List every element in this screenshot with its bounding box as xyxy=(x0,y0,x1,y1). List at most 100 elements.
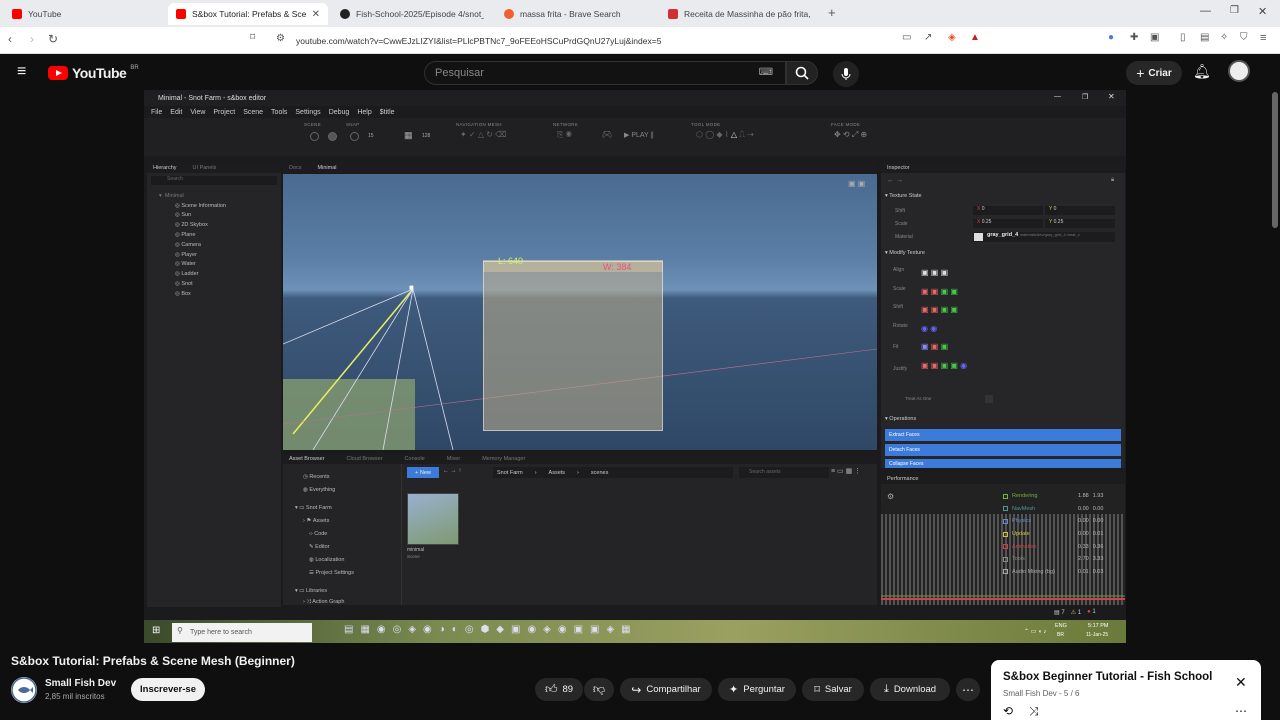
channel-avatar[interactable] xyxy=(11,677,37,703)
extensions-icon[interactable]: ✚ xyxy=(1130,32,1138,43)
asset-view-icons: ≡ ▭ ▦ ⋮ xyxy=(831,468,862,475)
create-button[interactable]: + Criar xyxy=(1126,61,1182,85)
site-info-icon[interactable]: ⚙ xyxy=(276,33,285,44)
close-window-icon[interactable]: ✕ xyxy=(1258,5,1267,18)
menu-icon[interactable]: ≡ xyxy=(1260,32,1266,44)
cube-length-label: L: 640 xyxy=(498,256,524,266)
hierarchy-item-label: Player xyxy=(181,251,197,258)
playlist-title[interactable]: S&box Beginner Tutorial - Fish School xyxy=(1003,671,1212,683)
playlist-channel[interactable]: Small Fish Dev xyxy=(1003,689,1057,698)
reload-icon[interactable]: ↻ xyxy=(48,32,58,46)
close-playlist-icon[interactable]: ✕ xyxy=(1235,674,1247,691)
person-icon xyxy=(328,132,337,141)
browser-tab[interactable]: YouTube xyxy=(4,3,164,25)
brave-shield-icon[interactable]: ◈ xyxy=(948,32,956,43)
address-bar: ‹ › ↻ ⌑ ⚙ youtube.com/watch?v=CwwEJzLIZY… xyxy=(0,27,1280,54)
share-icon[interactable]: ↗ xyxy=(924,32,932,43)
vpn-icon[interactable]: ⛉ xyxy=(1240,32,1248,43)
browser-tab-active[interactable]: S&box Tutorial: Prefabs & Scene ✕ xyxy=(168,3,328,25)
editor-title-bar: Minimal - Snot Farm - s&box editor — ❐ ✕ xyxy=(144,90,1126,106)
voice-search-button[interactable] xyxy=(833,61,859,87)
restore-icon[interactable]: ❐ xyxy=(1230,5,1239,16)
hierarchy-item-label: Camera xyxy=(181,241,201,248)
asset-nav-item: ☰ Project Settings xyxy=(309,569,354,576)
dislike-button[interactable]: 👎︎ xyxy=(584,678,614,701)
perf-row: Audio Mixing (bg) 0.01 0.03 xyxy=(1003,566,1113,579)
browser-tab[interactable]: Receita de Massinha de pão frita, em xyxy=(660,3,820,25)
detach-faces-button: Detach Faces xyxy=(885,444,1121,456)
scale-x-value: 0.25 xyxy=(981,219,992,225)
taskbar-tray-icons: ⌃ ▭ ◖ ♪ xyxy=(1024,629,1047,635)
wallet-icon[interactable]: ▣ xyxy=(1150,32,1159,43)
align-label: Align xyxy=(893,267,905,273)
section-label: Operations xyxy=(889,416,917,422)
windows-taskbar: ⊞ ⚲ Type here to search ▤▦◉◎◈◉◑◐◎⬢◆▣◉◈◉▣… xyxy=(144,620,1126,643)
hierarchy-item: ◎ Plane xyxy=(175,232,196,239)
thumbs-down-icon: 👎︎ xyxy=(592,682,606,696)
perf-swatch xyxy=(1003,518,1008,524)
notifications-bell-icon[interactable]: 🔔︎ xyxy=(1193,63,1211,80)
perf-swatch xyxy=(1003,531,1008,537)
scale-row-label: Scale xyxy=(893,286,906,292)
toolbar-group-scene: SCENE xyxy=(304,122,322,127)
performance-legend: Rendering 1.88 1.93 NavMesh 0.00 0.00 Physic… xyxy=(1003,490,1113,578)
close-tab-icon[interactable]: ✕ xyxy=(312,9,320,20)
browser-tab[interactable]: massa frita - Brave Search xyxy=(496,3,656,25)
search-placeholder: Pesquisar xyxy=(435,67,484,79)
tab-inspector: Inspector xyxy=(887,164,910,171)
perf-label: Audio Mixing (bg) xyxy=(1012,568,1055,575)
playlist-more-icon[interactable]: ⋯ xyxy=(1235,704,1247,718)
tab-memory-manager: Memory Manager xyxy=(482,455,526,462)
share-button[interactable]: ↪ Compartilhar xyxy=(620,678,712,701)
search-button[interactable] xyxy=(786,61,818,85)
channel-name[interactable]: Small Fish Dev xyxy=(45,678,116,689)
perf-swatch xyxy=(1003,544,1008,550)
asset-nav-item: ◍ Everything xyxy=(303,486,336,493)
sidebar-icon[interactable]: ▯ xyxy=(1180,32,1186,43)
hierarchy-item: ◎ Sun xyxy=(175,212,192,219)
url-field[interactable]: ⚙ youtube.com/watch?v=CwwEJzLIZYI&list=P… xyxy=(270,30,990,51)
youtube-logo[interactable]: YouTube BR xyxy=(48,65,139,81)
perf-value: 3.33 xyxy=(1092,556,1104,563)
loop-icon[interactable]: ⟲ xyxy=(1003,704,1013,718)
new-tab-icon[interactable]: + xyxy=(828,5,836,20)
account-avatar[interactable] xyxy=(1228,60,1250,82)
hierarchy-root-label: Minimal xyxy=(164,192,184,199)
subscribe-button[interactable]: Inscrever-se xyxy=(131,678,205,701)
hierarchy-tabs: Hierarchy UI Panels xyxy=(147,162,281,173)
shuffle-icon[interactable]: ⤨ xyxy=(1029,704,1039,719)
guide-menu-icon[interactable]: ≡ xyxy=(17,63,26,81)
operation-label: Detach Faces xyxy=(889,447,920,453)
back-icon[interactable]: ‹ xyxy=(8,32,12,46)
browser-tab[interactable]: Fish-School-2025/Episode 4/snot_fa xyxy=(332,3,492,25)
keyboard-icon[interactable]: ⌨ xyxy=(759,67,773,78)
video-player[interactable]: Minimal - Snot Farm - s&box editor — ❐ ✕… xyxy=(144,90,1126,643)
perf-label: Animation xyxy=(1012,543,1037,550)
material-field: gray_grid_4 materials/dev/gray_grid_4.vm… xyxy=(973,232,1115,242)
page-scrollbar[interactable] xyxy=(1272,92,1278,228)
save-button[interactable]: ⌑ Salvar xyxy=(802,678,864,701)
search-input[interactable]: Pesquisar ⌨ xyxy=(424,61,786,85)
leo-icon[interactable]: ✧ xyxy=(1220,32,1228,43)
like-button[interactable]: 👍︎ 89 xyxy=(535,678,583,701)
brave-rewards-icon[interactable]: ▲ xyxy=(970,32,980,43)
minimize-icon[interactable]: — xyxy=(1200,5,1211,17)
extension-icon[interactable]: ● xyxy=(1108,32,1114,43)
cast-icon[interactable]: ▭ xyxy=(902,32,911,43)
hierarchy-item-label: Ladder xyxy=(181,271,199,278)
bookmark-icon[interactable]: ⌑ xyxy=(250,32,255,43)
editor-restore-icon: ❐ xyxy=(1082,94,1089,101)
create-label: Criar xyxy=(1148,67,1172,79)
asset-nav-label: Localization xyxy=(315,556,345,563)
navmesh-icons: ✦ ✓ △ ↻ ⌫ xyxy=(460,130,507,139)
tab-label: Fish-School-2025/Episode 4/snot_fa xyxy=(356,9,484,19)
menu-debug: Debug xyxy=(328,108,350,116)
globe-icon xyxy=(310,132,319,141)
tabs-icon[interactable]: ▤ xyxy=(1200,32,1209,43)
download-button[interactable]: ⤓ Download xyxy=(870,678,950,701)
ask-button[interactable]: ✦ Perguntar xyxy=(718,678,796,701)
forward-icon[interactable]: › xyxy=(30,32,34,46)
more-actions-button[interactable]: ⋯ xyxy=(956,678,980,701)
plus-icon: + xyxy=(1136,65,1145,81)
asset-nav-item: ▾ ▭ Libraries xyxy=(295,587,328,594)
